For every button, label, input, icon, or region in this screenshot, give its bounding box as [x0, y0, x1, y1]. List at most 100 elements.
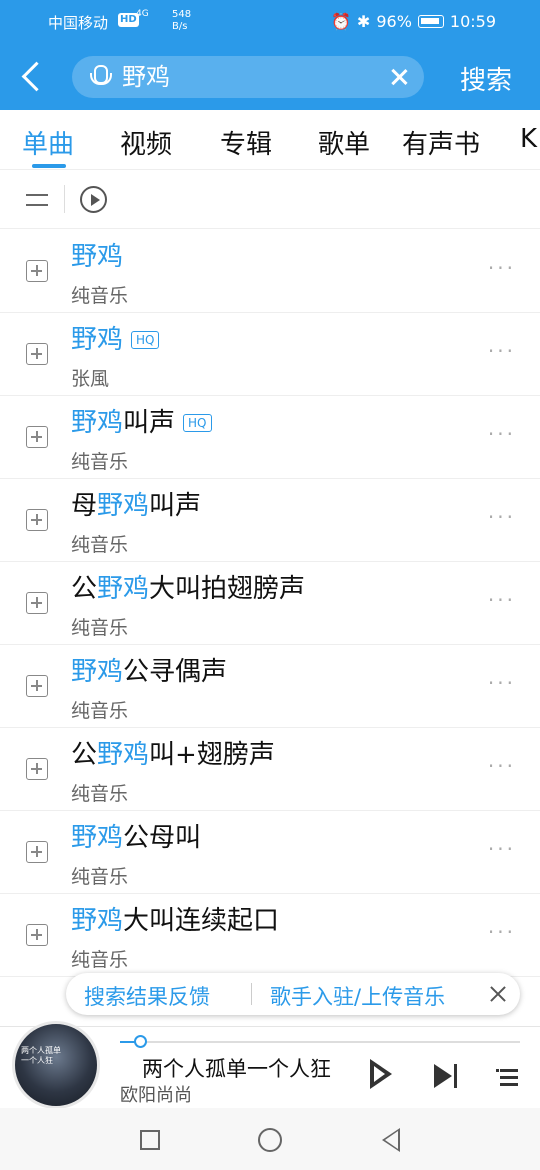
- title-suffix: 叫声: [123, 408, 176, 438]
- title-prefix: 母: [71, 491, 98, 521]
- song-artist: 纯音乐: [71, 866, 129, 888]
- mini-player[interactable]: 两个人孤单一个人狂 两个人孤单一个人狂 欧阳尚尚: [0, 1021, 540, 1109]
- song-row[interactable]: 野鸡 HQ 张風 ···: [0, 313, 540, 396]
- song-artist: 纯音乐: [71, 617, 129, 639]
- title-highlight: 野鸡: [97, 740, 150, 770]
- bluetooth-icon: ✱: [356, 12, 371, 31]
- song-row[interactable]: 野鸡叫声 HQ 纯音乐 ···: [0, 396, 540, 479]
- progress-bar[interactable]: [120, 1035, 520, 1048]
- add-icon[interactable]: [26, 675, 48, 697]
- add-icon[interactable]: [26, 758, 48, 780]
- home-icon[interactable]: [258, 1128, 282, 1152]
- search-button[interactable]: 搜索: [460, 60, 512, 97]
- system-nav-bar: [0, 1108, 540, 1170]
- carrier-label: 中国移动: [48, 14, 109, 32]
- more-icon[interactable]: ···: [488, 754, 516, 778]
- speed-unit: B/s: [172, 21, 188, 32]
- alarm-icon: ⏰: [331, 12, 351, 31]
- status-right: ⏰ ✱ 96% 10:59: [331, 12, 496, 31]
- title-suffix: 大叫拍翅膀声: [149, 574, 306, 604]
- title-highlight: 野鸡: [71, 242, 124, 272]
- clear-icon[interactable]: [388, 66, 410, 88]
- song-title: 野鸡公母叫: [71, 821, 201, 855]
- network-speed: 548 B/s: [172, 9, 191, 33]
- more-icon[interactable]: ···: [488, 256, 516, 280]
- add-icon[interactable]: [26, 426, 48, 448]
- more-icon[interactable]: ···: [488, 671, 516, 695]
- title-highlight: 野鸡: [71, 408, 124, 438]
- playlist-icon[interactable]: [496, 1065, 522, 1089]
- play-icon[interactable]: [366, 1057, 398, 1093]
- add-icon[interactable]: [26, 343, 48, 365]
- tab-songs[interactable]: 单曲: [22, 124, 74, 161]
- header: 中国移动 HD 4G 548 B/s ⏰ ✱ 96% 10:59 野鸡 搜索: [0, 0, 540, 110]
- network-label: 4G: [136, 9, 149, 19]
- title-suffix: 叫+翅膀声: [149, 740, 275, 770]
- play-all-icon[interactable]: [80, 186, 107, 213]
- recents-icon[interactable]: [140, 1130, 160, 1150]
- song-row[interactable]: 野鸡公寻偶声 纯音乐 ···: [0, 645, 540, 728]
- clock: 10:59: [449, 12, 496, 31]
- battery-icon: [417, 15, 444, 28]
- tab-audiobooks[interactable]: 有声书: [402, 124, 480, 161]
- title-suffix: 大叫连续起口: [123, 906, 280, 936]
- more-icon[interactable]: ···: [488, 422, 516, 446]
- speed-value: 548: [172, 9, 192, 20]
- song-title: 野鸡 HQ: [71, 323, 160, 357]
- song-artist: 纯音乐: [71, 783, 129, 805]
- song-row[interactable]: 公野鸡叫+翅膀声纯音乐 ···: [0, 728, 540, 811]
- more-icon[interactable]: ···: [488, 920, 516, 944]
- title-suffix: 叫声: [149, 491, 202, 521]
- song-artist: 纯音乐: [71, 949, 129, 971]
- add-icon[interactable]: [26, 592, 48, 614]
- more-icon[interactable]: ···: [488, 837, 516, 861]
- cover-text: 两个人孤单一个人狂: [21, 1046, 61, 1065]
- more-icon[interactable]: ···: [488, 339, 516, 363]
- song-title: 公野鸡叫+翅膀声: [71, 738, 275, 772]
- song-artist: 张風: [71, 368, 110, 390]
- add-icon[interactable]: [26, 924, 48, 946]
- title-highlight: 野鸡: [97, 574, 150, 604]
- list-toolbar: [0, 171, 540, 229]
- song-row[interactable]: 野鸡纯音乐 ···: [0, 230, 540, 313]
- feedback-link[interactable]: 搜索结果反馈: [84, 981, 210, 1011]
- upload-music-link[interactable]: 歌手入驻/上传音乐: [270, 981, 445, 1011]
- song-artist: 纯音乐: [71, 285, 129, 307]
- song-title: 野鸡叫声 HQ: [71, 406, 212, 440]
- song-row[interactable]: 野鸡大叫连续起口纯音乐 ···: [0, 894, 540, 977]
- back-icon[interactable]: [14, 58, 50, 98]
- status-bar: 中国移动 HD 4G 548 B/s ⏰ ✱ 96% 10:59: [0, 0, 540, 44]
- now-playing-title: 两个人孤单一个人狂: [142, 1057, 331, 1081]
- more-icon[interactable]: ···: [488, 588, 516, 612]
- add-icon[interactable]: [26, 841, 48, 863]
- now-playing-artist: 欧阳尚尚: [120, 1085, 192, 1106]
- close-icon[interactable]: [488, 984, 508, 1004]
- add-icon[interactable]: [26, 260, 48, 282]
- title-prefix: 公: [71, 574, 98, 604]
- hq-badge: HQ: [183, 414, 212, 432]
- title-highlight: 野鸡: [71, 906, 124, 936]
- song-row[interactable]: 母野鸡叫声 纯音乐 ···: [0, 479, 540, 562]
- tab-bar: 单曲 视频 专辑 歌单 有声书 K: [0, 110, 540, 170]
- album-cover[interactable]: 两个人孤单一个人狂: [12, 1021, 100, 1109]
- add-icon[interactable]: [26, 509, 48, 531]
- tab-k[interactable]: K: [520, 124, 537, 154]
- song-title: 野鸡: [71, 240, 123, 274]
- song-row[interactable]: 野鸡公母叫纯音乐 ···: [0, 811, 540, 894]
- search-input[interactable]: 野鸡: [72, 56, 424, 98]
- tab-playlists[interactable]: 歌单: [318, 124, 370, 161]
- search-query[interactable]: 野鸡: [122, 62, 170, 92]
- sort-icon[interactable]: [26, 190, 50, 210]
- title-highlight: 野鸡: [71, 657, 124, 687]
- next-icon[interactable]: [432, 1063, 460, 1089]
- song-row[interactable]: 公野鸡大叫拍翅膀声 纯音乐 ···: [0, 562, 540, 645]
- tab-albums[interactable]: 专辑: [220, 124, 272, 161]
- song-title: 野鸡公寻偶声: [71, 655, 227, 689]
- progress-knob[interactable]: [134, 1035, 147, 1048]
- divider: [64, 185, 65, 213]
- mic-icon[interactable]: [90, 64, 112, 90]
- more-icon[interactable]: ···: [488, 505, 516, 529]
- hq-badge: HQ: [131, 331, 160, 349]
- tab-videos[interactable]: 视频: [120, 124, 172, 161]
- system-back-icon[interactable]: [382, 1128, 400, 1152]
